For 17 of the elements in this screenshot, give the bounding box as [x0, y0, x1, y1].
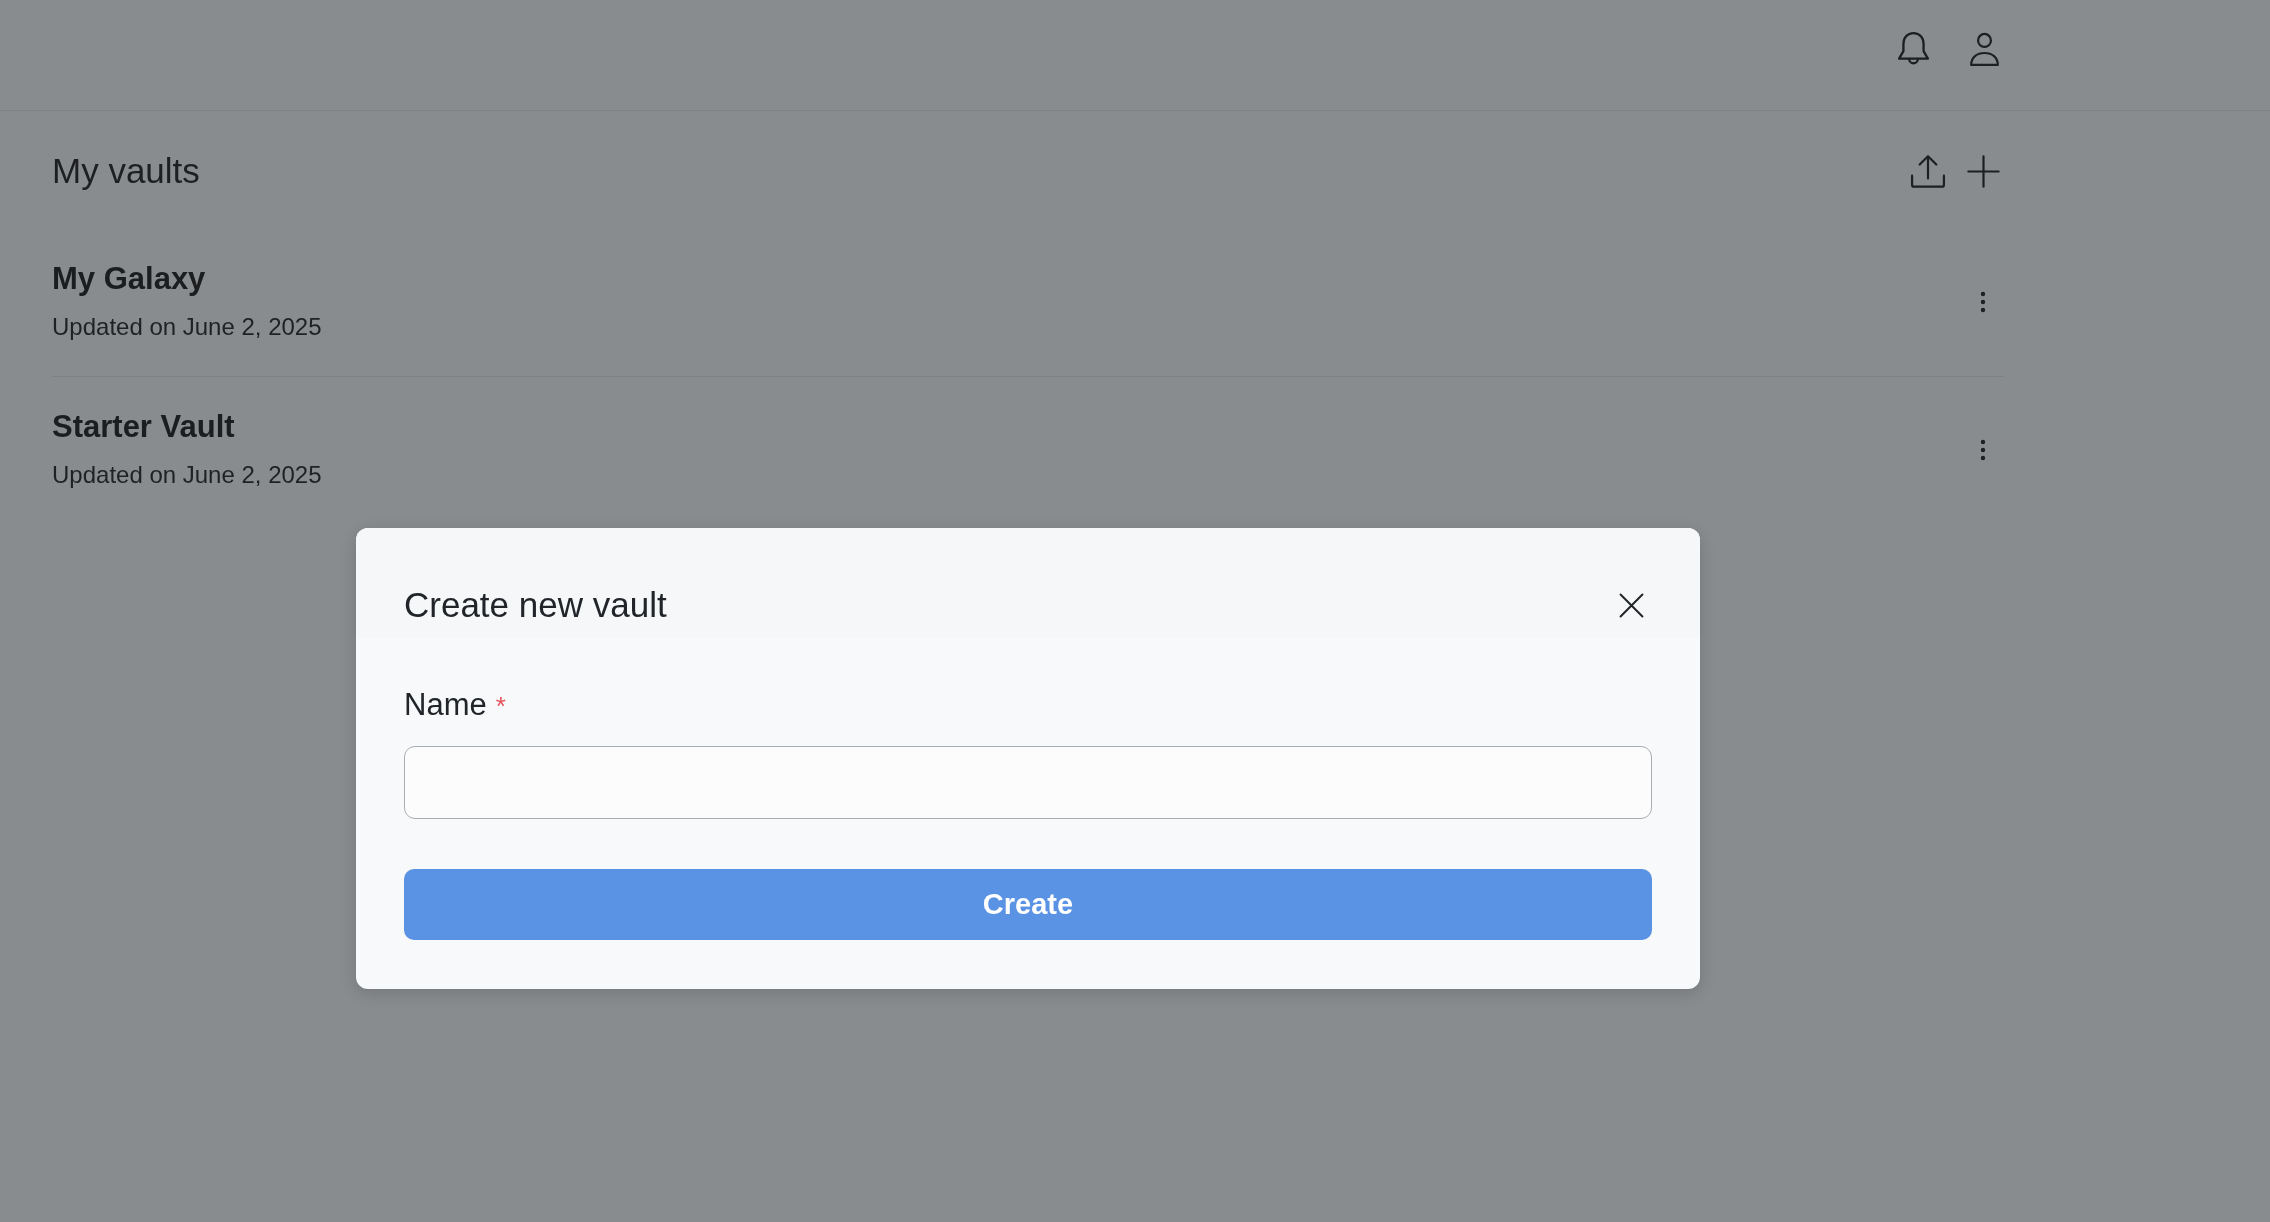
required-mark: *	[495, 690, 506, 723]
page-title: My vaults	[52, 150, 200, 192]
plus-icon[interactable]	[1967, 154, 2000, 188]
vertical-dots-icon[interactable]	[1980, 290, 1986, 314]
vault-name[interactable]: My Galaxy	[52, 259, 322, 299]
vault-updated-date: Updated on June 2, 2025	[52, 312, 322, 342]
close-icon[interactable]	[1619, 592, 1644, 618]
upload-icon[interactable]	[1910, 153, 1946, 189]
create-button[interactable]: Create	[404, 869, 1652, 940]
vault-name[interactable]: Starter Vault	[52, 407, 322, 447]
vault-updated-date: Updated on June 2, 2025	[52, 460, 322, 490]
bell-icon[interactable]	[1896, 31, 1931, 67]
dialog-title: Create new vault	[404, 584, 667, 626]
field-label: Name	[404, 686, 487, 724]
name-input[interactable]	[404, 746, 1652, 819]
vertical-dots-icon[interactable]	[1980, 438, 1986, 462]
person-icon[interactable]	[1969, 31, 2000, 67]
